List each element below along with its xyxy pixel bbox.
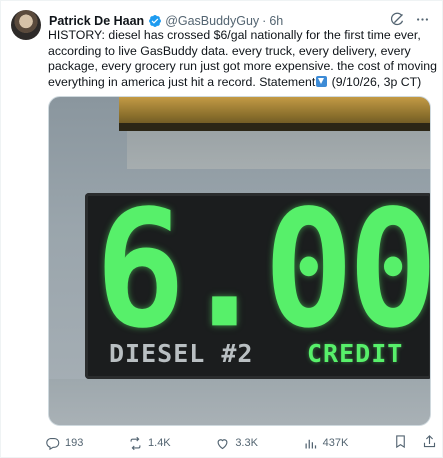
view-count: 437K (322, 437, 349, 449)
header-separator: · (262, 14, 267, 28)
reply-icon (46, 437, 60, 450)
tweet-timestamp[interactable]: 6h (269, 13, 283, 29)
author-name[interactable]: Patrick De Haan (49, 13, 144, 29)
price-main: 6.00 (95, 176, 431, 365)
like-button[interactable]: 3.3K (215, 433, 258, 453)
tweet-media-image[interactable]: 6.00 9 DIESEL #2 CREDIT (48, 96, 431, 426)
author-handle[interactable]: @GasBuddyGuy (165, 13, 259, 29)
price-digits: 6.00 9 (95, 189, 430, 351)
tweet-actions: 193 1.4K 3.3K 437K (45, 433, 437, 453)
bookmark-icon (396, 435, 405, 449)
tweet-card[interactable]: Patrick De Haan @GasBuddyGuy · 6h HISTOR… (0, 0, 443, 458)
verified-badge-icon (148, 14, 162, 28)
reply-count: 193 (65, 437, 84, 449)
sign-lower-panel (49, 379, 430, 425)
like-count: 3.3K (235, 437, 258, 449)
payment-type-label: CREDIT (307, 339, 404, 368)
sign-canopy (119, 97, 430, 131)
views-button[interactable]: 437K (303, 433, 349, 453)
repost-icon (130, 436, 141, 450)
reply-button[interactable]: 193 (45, 433, 83, 453)
grok-icon[interactable] (390, 12, 405, 27)
share-icon (423, 435, 436, 448)
analytics-icon (305, 439, 316, 448)
repost-button[interactable]: 1.4K (128, 433, 171, 453)
share-button[interactable] (422, 434, 437, 452)
down-arrow-emoji-icon (316, 75, 328, 87)
price-board: 6.00 9 DIESEL #2 CREDIT (85, 189, 430, 379)
more-options-icon[interactable] (415, 12, 430, 27)
tweet-text-tail: (9/10/26, 3p CT) (328, 74, 422, 89)
repost-count: 1.4K (148, 437, 171, 449)
sign-panel (127, 131, 430, 169)
fuel-grade-label: DIESEL #2 (109, 339, 254, 368)
heart-icon (217, 438, 228, 449)
tweet-text: HISTORY: diesel has crossed $6/gal natio… (48, 28, 438, 90)
bookmark-button[interactable] (393, 434, 408, 452)
avatar[interactable] (11, 10, 41, 40)
